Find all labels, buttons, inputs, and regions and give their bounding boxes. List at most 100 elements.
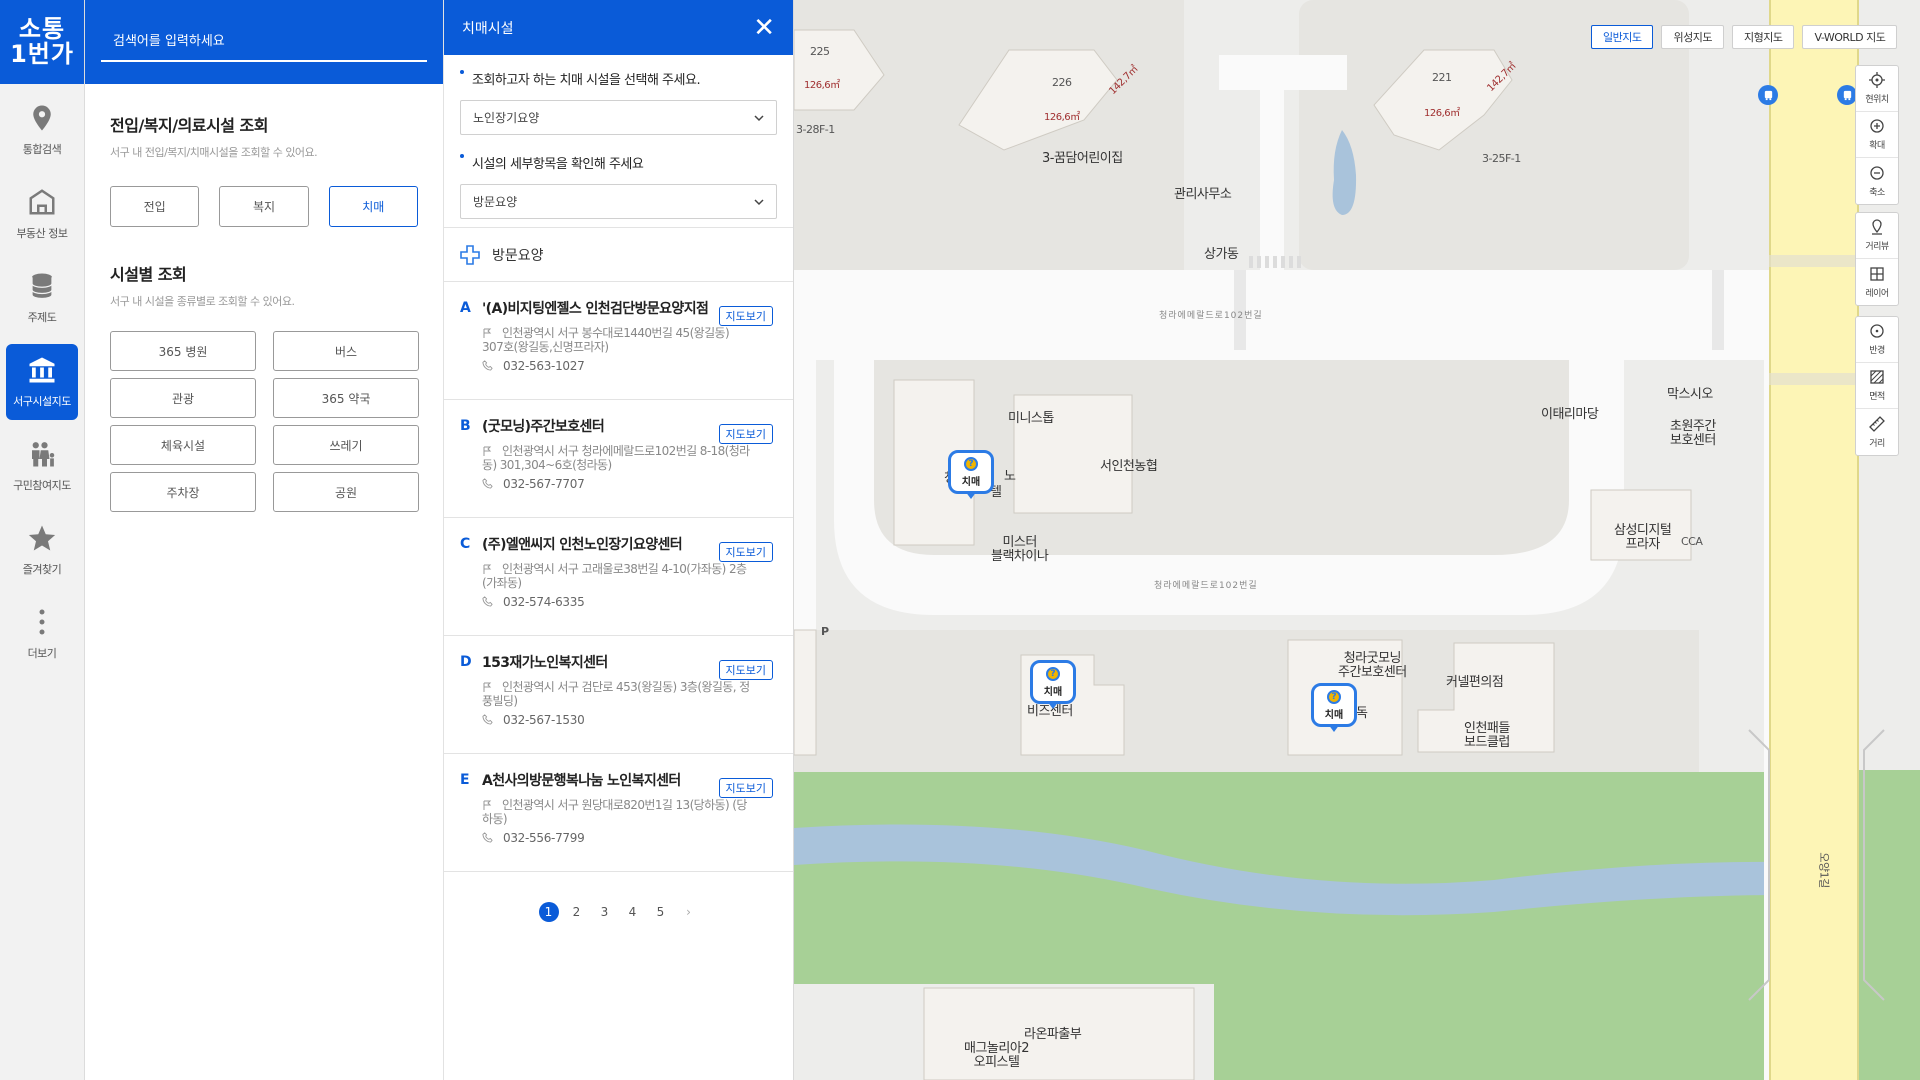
tool-label: 거리 <box>1869 438 1885 449</box>
category-title: 방문요양 <box>492 247 544 264</box>
bus-stop-icon[interactable] <box>1837 85 1857 105</box>
distance-button[interactable]: 거리 <box>1856 409 1898 455</box>
radius-button[interactable]: 반경 <box>1856 317 1898 363</box>
zoom-in-icon <box>1870 119 1884 133</box>
view-map-button[interactable]: 지도보기 <box>718 660 773 680</box>
rail-label: 서구시설지도 <box>13 395 71 408</box>
tool-label: 반경 <box>1869 346 1885 356</box>
dementia-marker[interactable]: ? 치매 <box>1030 660 1076 710</box>
rail-item-citizen-map[interactable]: 구민참여지도 <box>6 428 78 504</box>
dementia-button[interactable]: 치매 <box>328 186 418 227</box>
flag-icon <box>483 800 492 810</box>
map-label: 3-25F-1 <box>1482 152 1521 165</box>
detail-select[interactable]: 방문요양 <box>460 184 777 219</box>
logo-line2: 1번가 <box>10 40 74 68</box>
page-4[interactable]: 4 <box>623 902 643 922</box>
zoom-in-button[interactable]: 확대 <box>1856 112 1898 158</box>
map-tools-measure: 반경 면적 거리 <box>1855 316 1899 456</box>
parking-button[interactable]: 주차장 <box>110 472 256 512</box>
view-map-button[interactable]: 지도보기 <box>718 778 773 798</box>
map-type-normal[interactable]: 일반지도 <box>1591 25 1654 49</box>
area-icon <box>1870 370 1884 384</box>
list-item[interactable]: B (굿모닝)주간보호센터 지도보기 인천광역시 서구 청라에메랄드로102번길… <box>444 400 793 518</box>
welfare-section: 전입/복지/의료시설 조회 서구 내 전입/복지/치매시설을 조회할 수 있어요… <box>85 84 443 227</box>
dementia-marker[interactable]: ? 치매 <box>948 450 994 500</box>
rail-label: 구민참여지도 <box>13 479 71 492</box>
zoom-out-icon <box>1870 165 1884 180</box>
phone-text: 032-574-6335 <box>503 594 585 609</box>
rail-item-real-estate[interactable]: 부동산 정보 <box>6 176 78 252</box>
street-view-button[interactable]: 거리뷰 <box>1856 213 1898 259</box>
zoom-out-button[interactable]: 축소 <box>1856 158 1898 204</box>
item-letter: A <box>460 300 471 316</box>
hospital-365-button[interactable]: 365 병원 <box>110 331 256 371</box>
marker-pointer <box>1047 701 1059 709</box>
page-5[interactable]: 5 <box>651 902 671 922</box>
layer-button[interactable]: 레이어 <box>1856 259 1898 305</box>
crosshair-icon <box>1869 72 1885 88</box>
facility-list-panel: 치매시설 ✕ 조회하고자 하는 치매 시설을 선택해 주세요. 노인장기요양 시… <box>444 0 794 1080</box>
map-canvas[interactable]: 225 126,6㎡ 3-28F-1 226 126,6㎡ 142,7㎡ 3-꿈… <box>794 0 1920 1080</box>
waste-button[interactable]: 쓰레기 <box>273 425 419 465</box>
rail-item-facility-map[interactable]: 서구시설지도 <box>6 344 78 420</box>
rail-item-integrated-search[interactable]: 통합검색 <box>6 92 78 168</box>
list-item[interactable]: C (주)엘앤씨지 인천노인장기요양센터 지도보기 인천광역시 서구 고래울로3… <box>444 518 793 636</box>
marker-pointer <box>1328 724 1340 732</box>
panel-title: 치매시설 <box>462 20 514 37</box>
tourism-button[interactable]: 관광 <box>110 378 256 418</box>
item-address: 인천광역시 서구 원당대로820번1길 13(당하동) (당하동) <box>482 798 752 827</box>
map-label: 청라굿모닝 주간보호센터 <box>1338 651 1407 681</box>
pharmacy-365-button[interactable]: 365 약국 <box>273 378 419 418</box>
page-2[interactable]: 2 <box>567 902 587 922</box>
flag-icon <box>483 446 492 456</box>
item-name: A천사의방문행복나눔 노인복지센터 <box>482 773 681 789</box>
rail-item-theme-map[interactable]: 주제도 <box>6 260 78 336</box>
main-road <box>1769 0 1859 1080</box>
facility-type-select[interactable]: 노인장기요양 <box>460 100 777 135</box>
map-type-terrain[interactable]: 지형지도 <box>1731 25 1795 49</box>
rail-label: 통합검색 <box>22 143 62 156</box>
map-type-vworld[interactable]: V-WORLD 지도 <box>1802 25 1898 49</box>
search-input[interactable] <box>101 22 427 62</box>
page-3[interactable]: 3 <box>595 902 615 922</box>
medical-cross-icon <box>460 244 480 265</box>
chevron-down-icon <box>754 114 764 121</box>
item-name: 153재가노인복지센터 <box>482 655 608 671</box>
page-1[interactable]: 1 <box>538 902 559 922</box>
bus-button[interactable]: 버스 <box>273 331 419 371</box>
road-label: 오양1길 <box>1817 852 1831 888</box>
move-in-button[interactable]: 전입 <box>110 186 200 227</box>
view-map-button[interactable]: 지도보기 <box>718 542 773 562</box>
bus-stop-icon[interactable] <box>1758 85 1778 105</box>
area-button[interactable]: 면적 <box>1856 363 1898 409</box>
map-type-satellite[interactable]: 위성지도 <box>1661 25 1724 49</box>
phone-text: 032-556-7799 <box>503 830 585 845</box>
list-item[interactable]: A '(A)비지팅엔젤스 인천검단방문요양지점 지도보기 인천광역시 서구 봉수… <box>444 282 793 400</box>
dementia-marker[interactable]: ? 치매 <box>1311 683 1357 733</box>
rail-item-more[interactable]: 더보기 <box>6 596 78 672</box>
panel-header: 치매시설 ✕ <box>444 0 793 55</box>
item-address: 인천광역시 서구 검단로 453(왕길동) 3층(왕길동, 정풍빌딩) <box>482 680 752 709</box>
rail-item-favorites[interactable]: 즐겨찾기 <box>6 512 78 588</box>
park-button[interactable]: 공원 <box>273 472 419 512</box>
next-page-button[interactable]: › <box>679 902 699 922</box>
close-icon[interactable]: ✕ <box>753 15 775 41</box>
list-item[interactable]: E A천사의방문행복나눔 노인복지센터 지도보기 인천광역시 서구 원당대로82… <box>444 754 793 872</box>
rail-label: 부동산 정보 <box>16 227 68 240</box>
item-phone: 032-574-6335 <box>482 595 777 609</box>
view-map-button[interactable]: 지도보기 <box>718 424 773 444</box>
map-label: 126,6㎡ <box>1044 112 1080 123</box>
item-name: '(A)비지팅엔젤스 인천검단방문요양지점 <box>482 301 709 317</box>
list-item[interactable]: D 153재가노인복지센터 지도보기 인천광역시 서구 검단로 453(왕길동)… <box>444 636 793 754</box>
phone-text: 032-567-7707 <box>503 476 585 491</box>
select-value: 노인장기요양 <box>473 111 540 125</box>
map-label: 노 <box>1004 469 1016 484</box>
sports-button[interactable]: 체육시설 <box>110 425 256 465</box>
welfare-button[interactable]: 복지 <box>219 186 309 227</box>
app-logo[interactable]: 소통 1번가 <box>0 0 84 84</box>
rail-label: 주제도 <box>27 311 57 324</box>
view-map-button[interactable]: 지도보기 <box>718 306 773 326</box>
tool-label: 현위치 <box>1865 95 1889 105</box>
current-location-button[interactable]: 현위치 <box>1856 66 1898 112</box>
map-tools-view: 거리뷰 레이어 <box>1855 212 1899 306</box>
